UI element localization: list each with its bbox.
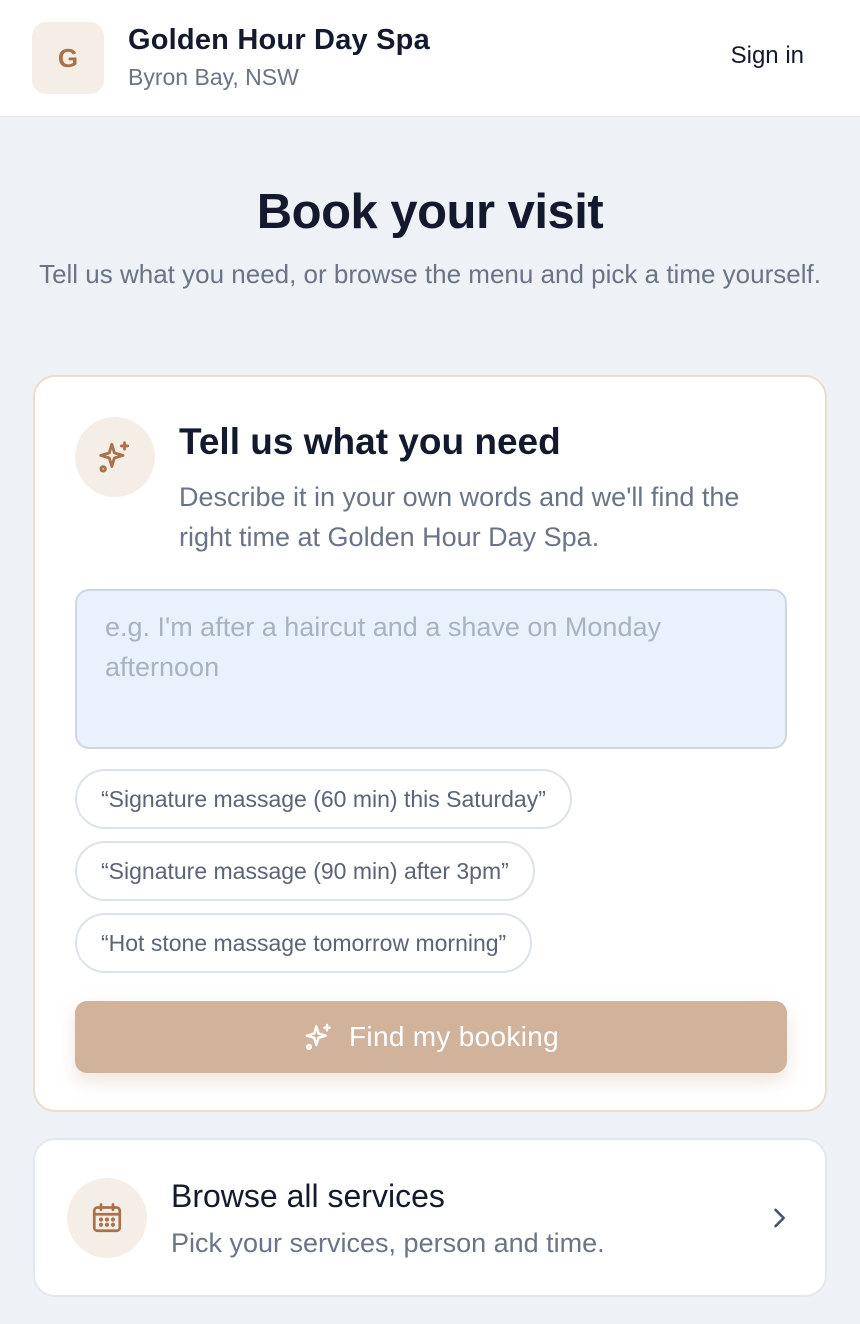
request-card-title: Tell us what you need (179, 421, 561, 462)
business-location: Byron Bay, NSW (128, 64, 299, 90)
calendar-icon (67, 1178, 147, 1258)
suggestion-chip[interactable]: “Signature massage (90 min) after 3pm” (75, 841, 535, 901)
suggestion-chip[interactable]: “Hot stone massage tomorrow morning” (75, 913, 533, 973)
business-name: Golden Hour Day Spa (128, 24, 430, 56)
page-title: Book your visit (256, 185, 604, 239)
request-card-description: Describe it in your own words and we'll … (179, 482, 740, 552)
suggestion-chip[interactable]: “Signature massage (60 min) this Saturda… (75, 769, 572, 829)
sparkles-icon (303, 1021, 335, 1053)
sign-in-link[interactable]: Sign in (731, 42, 804, 70)
find-my-booking-button[interactable]: Find my booking (75, 1001, 787, 1073)
page-subtitle: Tell us what you need, or browse the men… (39, 259, 821, 289)
browse-services-subtitle: Pick your services, person and time. (171, 1228, 605, 1258)
booking-request-input[interactable] (75, 589, 787, 749)
browse-services-card[interactable]: Browse all services Pick your services, … (33, 1138, 827, 1297)
browse-services-title: Browse all services (171, 1178, 445, 1214)
find-my-booking-label: Find my booking (349, 1021, 559, 1052)
request-card: Tell us what you need Describe it in you… (33, 375, 827, 1112)
sparkles-icon (75, 417, 155, 497)
chevron-right-icon (765, 1204, 793, 1237)
business-logo: G (32, 22, 104, 94)
site-header: G Golden Hour Day Spa Byron Bay, NSW Sig… (0, 0, 860, 117)
